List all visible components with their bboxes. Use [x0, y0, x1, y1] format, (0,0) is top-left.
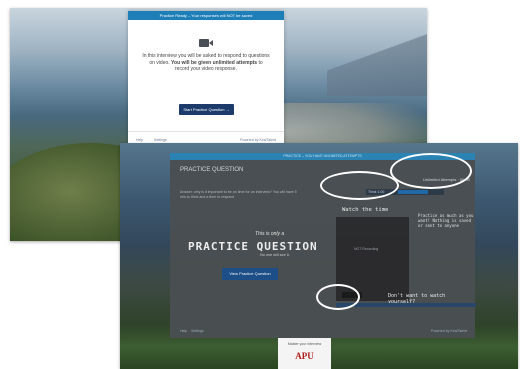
no-one-will-see-text: No one will see it. — [260, 253, 290, 257]
modal-header: Practice Ready – Your responses will NOT… — [128, 11, 284, 20]
view-practice-question-button[interactable]: View Practice Question — [222, 268, 278, 280]
practice-question-heading: PRACTICE QUESTION — [188, 240, 318, 253]
mountain-background — [327, 26, 427, 96]
logo-caption: Master your interview — [287, 342, 322, 346]
start-practice-button[interactable]: Start Practice Question → — [179, 104, 234, 115]
recording-progress-bar — [336, 303, 476, 307]
watch-time-annotation: Watch the time — [342, 207, 389, 213]
settings-link[interactable]: Settings — [191, 329, 204, 333]
video-status-text: NOT Recording — [354, 247, 379, 251]
this-is-only-text: This is only a — [255, 231, 285, 237]
practice-description: Answer: why is it important to be on tim… — [180, 190, 297, 199]
timer-highlight-circle — [320, 171, 399, 200]
apu-logo: Master your interview APU — [278, 338, 331, 369]
video-camera-icon — [198, 35, 214, 47]
logo-name: APU — [295, 351, 314, 361]
screenshot-practice-question: PRACTICE – YOU HAVE UNLIMITED ATTEMPTS P… — [120, 143, 518, 369]
button-highlight-circle — [316, 284, 360, 310]
footer-links: Help Settings — [180, 329, 204, 333]
settings-link[interactable]: Settings — [154, 138, 167, 142]
handwritten-note: Practice as much as you want! Nothing is… — [418, 213, 474, 228]
help-link[interactable]: Help — [180, 329, 187, 333]
message-bold-text: You will be given unlimited attempts — [171, 59, 258, 66]
practice-title: PRACTICE QUESTION — [180, 167, 244, 173]
powered-by-text: Powered by Kira/Talent — [240, 138, 276, 142]
modal-message: In this interview you will be asked to r… — [142, 53, 270, 73]
intro-modal: Practice Ready – Your responses will NOT… — [128, 11, 284, 147]
timer-fill — [398, 190, 428, 194]
help-link[interactable]: Help — [136, 138, 143, 142]
attempts-highlight-circle — [390, 153, 472, 189]
powered-by-text: Powered by Kira/Talent — [431, 329, 467, 333]
